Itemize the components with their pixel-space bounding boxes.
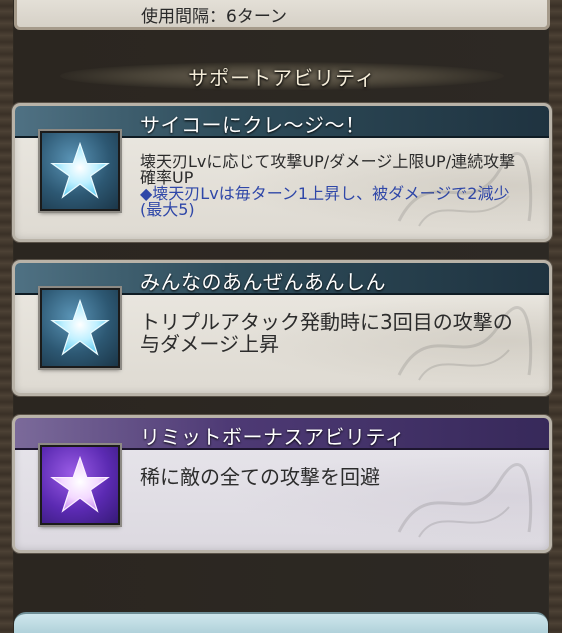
ornament-decoration (397, 306, 533, 381)
ability-card[interactable]: サイコーにクレ〜ジ〜！ 壊天刃Lvに応じて攻撃UP/ダメージ上限UP/連続攻撃確… (12, 103, 552, 242)
blue-star-icon (40, 288, 120, 368)
section-header: サポートアビリティ (60, 58, 504, 94)
ability-card[interactable]: みんなのあんぜんあんしん トリプルアタック発動時に3回目の攻撃の与ダメージ上昇 (12, 260, 552, 396)
ability-name: サイコーにクレ〜ジ〜！ (140, 113, 366, 137)
ability-name: リミットボーナスアビリティ (140, 425, 406, 449)
ornament-decoration (397, 463, 533, 538)
ornament-decoration (397, 152, 533, 227)
next-panel-edge (14, 612, 548, 633)
previous-ability-card: 使用間隔：6ターン (14, 0, 550, 30)
ability-name: みんなのあんぜんあんしん (140, 270, 386, 294)
cooldown-text: 使用間隔：6ターン (141, 7, 287, 27)
blue-star-icon (40, 131, 120, 211)
section-title: サポートアビリティ (188, 65, 376, 90)
ability-card[interactable]: リミットボーナスアビリティ 稀に敵の全ての攻撃を回避 (12, 415, 552, 553)
purple-star-icon (40, 445, 120, 525)
